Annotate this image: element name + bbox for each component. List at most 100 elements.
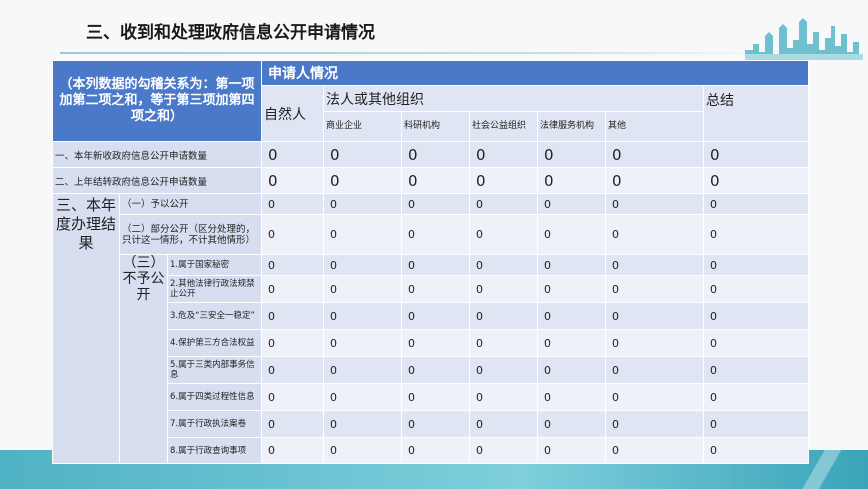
table-cell: 0 <box>469 275 539 303</box>
table-cell: 0 <box>261 437 325 464</box>
table-cell: 0 <box>261 214 325 255</box>
table-cell: 0 <box>261 329 325 357</box>
table-cell: 0 <box>703 437 810 464</box>
applicant-header: 申请人情况 <box>261 60 810 86</box>
table-cell: 0 <box>605 275 705 303</box>
table-cell: 0 <box>401 437 471 464</box>
row-label: 二、上年结转政府信息公开申请数量 <box>51 167 263 194</box>
table-row: （三）不予公开 1.属于国家秘密 0 0 0 0 0 0 0 <box>53 254 810 464</box>
table-cell: 0 <box>469 329 539 357</box>
table-cell: 0 <box>703 410 810 438</box>
table-cell: 0 <box>537 383 607 411</box>
sub-column-header: 其他 <box>605 111 705 142</box>
table-cell: 0 <box>537 167 607 194</box>
legal-org-header: 法人或其他组织 <box>323 85 705 112</box>
table-cell: 0 <box>323 275 403 303</box>
table-cell: 0 <box>323 254 403 276</box>
total-header: 总结 <box>703 85 810 142</box>
table-row: 二、上年结转政府信息公开申请数量 0 0 0 0 0 0 0 <box>51 167 810 194</box>
table-cell: 0 <box>469 410 539 438</box>
table-cell: 0 <box>537 302 607 330</box>
row-label: 5.属于三类内部事务信息 <box>166 356 263 384</box>
table-cell: 0 <box>401 410 471 438</box>
row-label: 3.危及“三安全一稳定” <box>166 302 263 330</box>
table-cell: 0 <box>605 329 705 357</box>
table-cell: 0 <box>537 214 607 255</box>
corner-note: （本列数据的勾稽关系为：第一项加第二项之和，等于第三项加第四项之和） <box>51 60 263 142</box>
table-cell: 0 <box>605 356 705 384</box>
table-cell: 0 <box>261 167 325 194</box>
table-cell: 0 <box>323 356 403 384</box>
result-group-label: 三、本年度办理结果 <box>52 193 120 464</box>
table-cell: 0 <box>401 356 471 384</box>
table-cell: 0 <box>469 141 539 168</box>
page-title: 三、收到和处理政府信息公开申请情况 <box>86 23 375 43</box>
table-cell: 0 <box>703 356 810 384</box>
table-cell: 0 <box>605 410 705 438</box>
table-cell: 0 <box>605 167 705 194</box>
table-cell: 0 <box>703 329 810 357</box>
row-label: 2.其他法律行政法规禁止公开 <box>166 275 263 303</box>
table-cell: 0 <box>401 254 471 276</box>
table-cell: 0 <box>703 141 810 168</box>
sub-column-header: 法律服务机构 <box>537 111 607 142</box>
table-cell: 0 <box>469 214 539 255</box>
table-cell: 0 <box>703 254 810 276</box>
table-cell: 0 <box>401 383 471 411</box>
table-cell: 0 <box>469 254 539 276</box>
table-cell: 0 <box>469 167 539 194</box>
title-underline <box>60 52 760 54</box>
table-cell: 0 <box>323 193 403 215</box>
table-cell: 0 <box>469 193 539 215</box>
city-skyline-icon <box>745 18 863 60</box>
row-label: （一）予以公开 <box>118 193 263 215</box>
row-label: 一、本年新收政府信息公开申请数量 <box>51 141 263 168</box>
table-cell: 0 <box>703 383 810 411</box>
table-cell: 0 <box>401 193 471 215</box>
table-cell: 0 <box>703 193 810 215</box>
table-cell: 0 <box>401 141 471 168</box>
table-cell: 0 <box>323 329 403 357</box>
table-row: （二）部分公开（区分处理的，只计这一情形，不计其他情形） 0 0 0 0 0 0… <box>53 214 810 255</box>
table-cell: 0 <box>703 302 810 330</box>
table-cell: 0 <box>261 356 325 384</box>
table-cell: 0 <box>323 383 403 411</box>
not-public-label: （三）不予公开 <box>119 254 168 464</box>
table-cell: 0 <box>605 193 705 215</box>
table-cell: 0 <box>401 214 471 255</box>
row-label: （二）部分公开（区分处理的，只计这一情形，不计其他情形） <box>118 214 263 255</box>
table-cell: 0 <box>605 302 705 330</box>
table-cell: 0 <box>261 302 325 330</box>
table-cell: 0 <box>323 302 403 330</box>
table-cell: 0 <box>323 141 403 168</box>
table-cell: 0 <box>537 329 607 357</box>
row-label: 1.属于国家秘密 <box>166 254 263 276</box>
table-cell: 0 <box>401 302 471 330</box>
table-cell: 0 <box>605 383 705 411</box>
table-cell: 0 <box>537 356 607 384</box>
row-label: 4.保护第三方合法权益 <box>166 329 263 357</box>
row-label: 7.属于行政执法案卷 <box>166 410 263 438</box>
table-row: 三、本年度办理结果 （一）予以公开 0 0 0 0 0 0 0 <box>52 193 810 464</box>
table-cell: 0 <box>537 275 607 303</box>
table-row: 一、本年新收政府信息公开申请数量 0 0 0 0 0 0 0 <box>51 141 810 168</box>
table-cell: 0 <box>469 302 539 330</box>
table-cell: 0 <box>261 254 325 276</box>
table-cell: 0 <box>323 437 403 464</box>
table-cell: 0 <box>401 167 471 194</box>
table-cell: 0 <box>469 356 539 384</box>
table-cell: 0 <box>401 275 471 303</box>
sub-column-header: 商业企业 <box>323 111 403 142</box>
table-cell: 0 <box>605 254 705 276</box>
table-cell: 0 <box>323 410 403 438</box>
table-cell: 0 <box>605 437 705 464</box>
disclosure-table: （本列数据的勾稽关系为：第一项加第二项之和，等于第三项加第四项之和） 申请人情况… <box>51 60 810 464</box>
table-cell: 0 <box>703 275 810 303</box>
table-cell: 0 <box>537 141 607 168</box>
table-cell: 0 <box>323 214 403 255</box>
table-cell: 0 <box>537 254 607 276</box>
row-label: 8.属于行政查询事项 <box>166 437 263 464</box>
table-cell: 0 <box>261 193 325 215</box>
table-cell: 0 <box>537 437 607 464</box>
natural-person-header: 自然人 <box>261 85 325 142</box>
